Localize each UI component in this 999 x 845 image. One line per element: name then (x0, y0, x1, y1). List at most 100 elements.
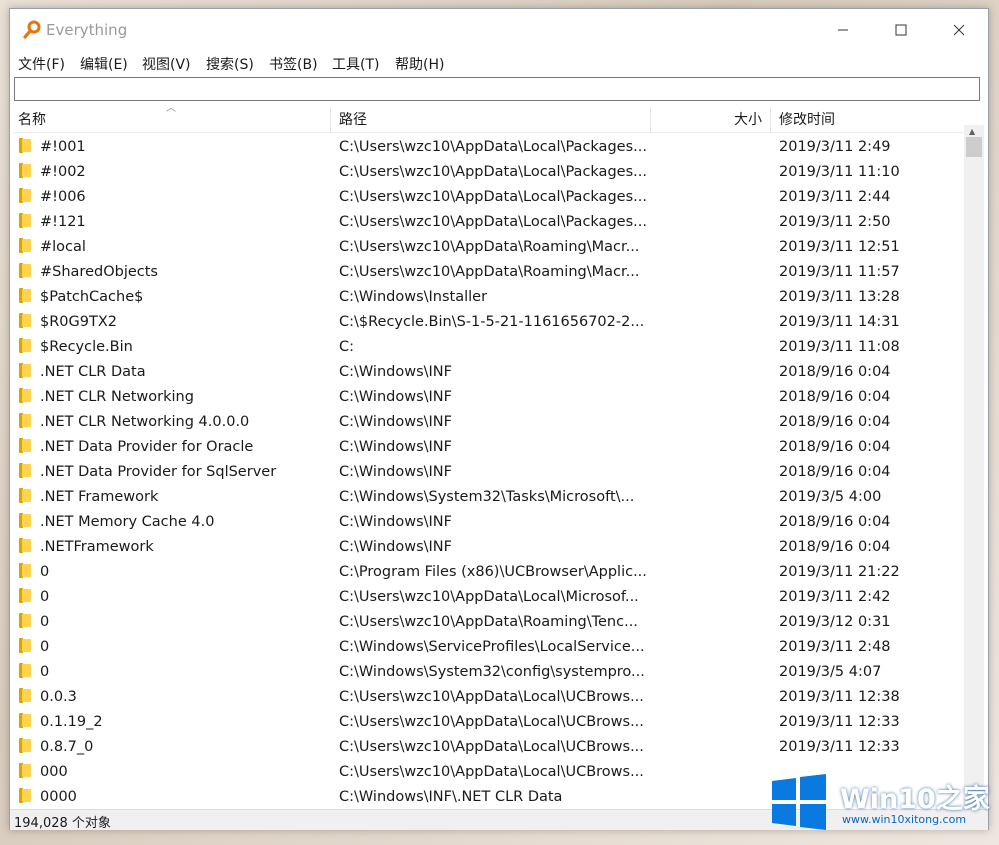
file-modified: 2018/9/16 0:04 (779, 464, 891, 480)
file-name: 0.0.3 (19, 685, 329, 710)
table-row[interactable]: .NET CLR Networking 4.0.0.0 C:\Windows\IN… (12, 410, 964, 435)
file-name-text: #!121 (40, 214, 86, 230)
file-name-text: 0000 (40, 789, 77, 805)
table-row[interactable]: #SharedObjects C:\Users\wzc10\AppData\Roa… (12, 260, 964, 285)
sort-ascending-icon: ︿ (166, 103, 176, 114)
file-name: 0.1.19_2 (19, 710, 329, 735)
column-name[interactable]: 名称 ︿ (12, 103, 331, 133)
menu-tools[interactable]: 工具(T) (332, 54, 379, 74)
file-name-text: 0.8.7_0 (40, 739, 94, 755)
table-row[interactable]: .NET CLR Data C:\Windows\INF 2018/9/16 0:0… (12, 360, 964, 385)
file-modified: 2019/3/11 12:33 (779, 714, 900, 730)
table-row[interactable]: 0 C:\Program Files (x86)\UCBrowser\Applic… (12, 560, 964, 585)
file-name-text: 000 (40, 764, 68, 780)
scroll-thumb[interactable] (966, 137, 982, 157)
file-path: C:\Windows\System32\Tasks\Microsoft\... (339, 489, 635, 505)
table-row[interactable]: .NET Memory Cache 4.0 C:\Windows\INF 2018/… (12, 510, 964, 535)
folder-icon (19, 763, 31, 778)
close-button[interactable] (930, 9, 988, 51)
folder-icon (19, 438, 31, 453)
table-row[interactable]: #!002 C:\Users\wzc10\AppData\Local\Packag… (12, 160, 964, 185)
file-path: C:\Users\wzc10\AppData\Local\Packages... (339, 214, 647, 230)
table-row[interactable]: #!121 C:\Users\wzc10\AppData\Local\Packag… (12, 210, 964, 235)
file-name-text: .NET Data Provider for Oracle (40, 439, 254, 455)
file-name: .NET CLR Data (19, 360, 329, 385)
table-row[interactable]: #!001 C:\Users\wzc10\AppData\Local\Packag… (12, 135, 964, 160)
watermark-suffix: 之家 (935, 784, 990, 815)
file-path: C: (339, 339, 355, 355)
folder-icon (19, 613, 31, 628)
file-path: C:\$Recycle.Bin\S-1-5-21-1161656702-2... (339, 314, 645, 330)
file-path: C:\Users\wzc10\AppData\Local\UCBrows... (339, 714, 644, 730)
table-row[interactable]: 0.0.3 C:\Users\wzc10\AppData\Local\UCBrow… (12, 685, 964, 710)
file-name-text: .NETFramework (40, 539, 154, 555)
file-path: C:\Users\wzc10\AppData\Local\Packages... (339, 164, 647, 180)
table-row[interactable]: 0 C:\Windows\System32\config\systempro...… (12, 660, 964, 685)
file-name: .NET CLR Networking (19, 385, 329, 410)
folder-icon (19, 313, 31, 328)
menu-bookmarks[interactable]: 书签(B) (269, 54, 318, 74)
folder-icon (19, 263, 31, 278)
file-name-text: 0 (40, 664, 50, 680)
folder-icon (19, 688, 31, 703)
column-path[interactable]: 路径 (331, 107, 651, 133)
table-row[interactable]: .NET Data Provider for Oracle C:\Windows\… (12, 435, 964, 460)
file-name: #SharedObjects (19, 260, 329, 285)
table-row[interactable]: 0 C:\Users\wzc10\AppData\Roaming\Tenc... 2… (12, 610, 964, 635)
minimize-button[interactable] (814, 9, 872, 51)
table-row[interactable]: $PatchCache$ C:\Windows\Installer 2019/3/1… (12, 285, 964, 310)
file-name-text: #!002 (40, 164, 86, 180)
folder-icon (19, 788, 31, 803)
maximize-button[interactable] (872, 9, 930, 51)
search-input[interactable] (14, 77, 980, 101)
file-name-text: 0 (40, 614, 50, 630)
vertical-scrollbar[interactable]: ▲ (964, 125, 984, 809)
file-name-text: 0.1.19_2 (40, 714, 103, 730)
table-row[interactable]: .NET CLR Networking C:\Windows\INF 2018/9/… (12, 385, 964, 410)
file-name: 000 (19, 760, 329, 785)
file-path: C:\Windows\INF\.NET CLR Data (339, 789, 563, 805)
folder-icon (19, 213, 31, 228)
menu-edit[interactable]: 编辑(E) (80, 54, 128, 74)
file-modified: 2018/9/16 0:04 (779, 539, 891, 555)
table-row[interactable]: .NET Data Provider for SqlServer C:\Windo… (12, 460, 964, 485)
menu-help[interactable]: 帮助(H) (395, 54, 444, 74)
file-modified: 2018/9/16 0:04 (779, 514, 891, 530)
menu-view[interactable]: 视图(V) (142, 54, 191, 74)
menu-file[interactable]: 文件(F) (18, 54, 65, 74)
file-path: C:\Users\wzc10\AppData\Roaming\Macr... (339, 239, 640, 255)
folder-icon (19, 638, 31, 653)
file-modified: 2019/3/11 12:38 (779, 689, 900, 705)
table-row[interactable]: 0.8.7_0 C:\Users\wzc10\AppData\Local\UCBr… (12, 735, 964, 760)
table-row[interactable]: $R0G9TX2 C:\$Recycle.Bin\S-1-5-21-1161656… (12, 310, 964, 335)
table-row[interactable]: #!006 C:\Users\wzc10\AppData\Local\Packag… (12, 185, 964, 210)
file-name-text: .NET CLR Networking 4.0.0.0 (40, 414, 250, 430)
table-row[interactable]: 0 C:\Users\wzc10\AppData\Local\Microsof..… (12, 585, 964, 610)
column-size[interactable]: 大小 (651, 107, 771, 133)
table-row[interactable]: $Recycle.Bin C: 2019/3/11 11:08 (12, 335, 964, 360)
magnifier-icon (23, 20, 41, 39)
table-row[interactable]: 0 C:\Windows\ServiceProfiles\LocalService… (12, 635, 964, 660)
file-name: .NET Memory Cache 4.0 (19, 510, 329, 535)
title-bar[interactable]: Everything (10, 9, 988, 51)
file-modified: 2019/3/5 4:00 (779, 489, 882, 505)
menu-search[interactable]: 搜索(S) (206, 54, 254, 74)
scroll-up-icon[interactable]: ▲ (969, 127, 975, 136)
table-row[interactable]: .NET Framework C:\Windows\System32\Tasks\… (12, 485, 964, 510)
file-name-text: #!006 (40, 189, 86, 205)
table-row[interactable]: .NETFramework C:\Windows\INF 2018/9/16 0:0… (12, 535, 964, 560)
object-count: 194,028 个对象 (14, 816, 111, 831)
column-date[interactable]: 修改时间 (771, 107, 964, 133)
folder-icon (19, 538, 31, 553)
table-row[interactable]: 0.1.19_2 C:\Users\wzc10\AppData\Local\UCB… (12, 710, 964, 735)
file-name: .NET Data Provider for SqlServer (19, 460, 329, 485)
folder-icon (19, 463, 31, 478)
file-name-text: 0 (40, 564, 50, 580)
watermark-title: Win10之家 (840, 777, 990, 816)
table-row[interactable]: #local C:\Users\wzc10\AppData\Roaming\Mac… (12, 235, 964, 260)
file-path: C:\Windows\INF (339, 439, 452, 455)
folder-icon (19, 388, 31, 403)
file-name-text: .NET CLR Data (40, 364, 146, 380)
file-name: #!006 (19, 185, 329, 210)
file-name-text: .NET Data Provider for SqlServer (40, 464, 277, 480)
